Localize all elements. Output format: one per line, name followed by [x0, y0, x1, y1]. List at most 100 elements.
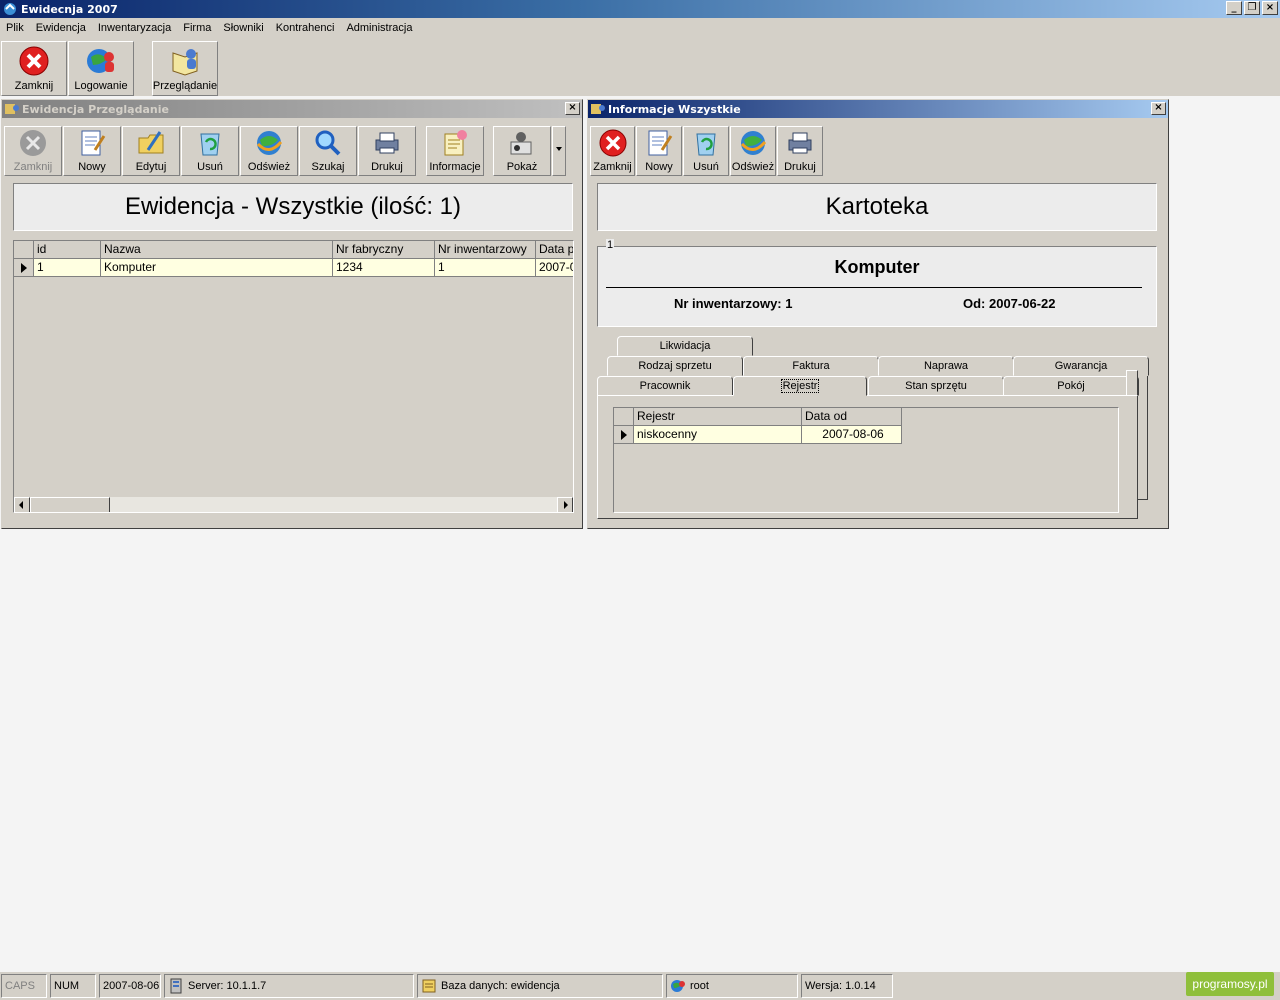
col-header-date[interactable]: Data p	[536, 241, 573, 259]
left-new-button[interactable]: Nowy	[63, 126, 121, 176]
cell-data-od[interactable]: 2007-08-06	[802, 426, 902, 444]
left-grid: id Nazwa Nr fabryczny Nr inwentarzowy Da…	[13, 240, 574, 513]
login-label: Logowanie	[74, 80, 128, 92]
right-refresh-button[interactable]: Odśwież	[730, 126, 776, 176]
col-header-name[interactable]: Nazwa	[101, 241, 333, 259]
right-header: Kartoteka	[597, 183, 1157, 231]
status-caps: CAPS	[1, 974, 47, 998]
right-window: Informacje Wszystkie × Zamknij Nowy Usuń…	[587, 99, 1169, 529]
status-bar: CAPS NUM 2007-08-06 Server: 10.1.1.7 Baz…	[0, 972, 1280, 1000]
col-header-rejestr[interactable]: Rejestr	[634, 408, 802, 426]
search-icon	[315, 130, 341, 156]
tab-rodzaj-sprzetu[interactable]: Rodzaj sprzetu	[607, 356, 743, 376]
status-date: 2007-08-06	[99, 974, 161, 998]
right-print-button[interactable]: Drukuj	[777, 126, 823, 176]
tab-faktura[interactable]: Faktura	[743, 356, 879, 376]
col-header-inventory[interactable]: Nr inwentarzowy	[435, 241, 536, 259]
cell-date[interactable]: 2007-0	[536, 259, 573, 277]
status-num: NUM	[50, 974, 96, 998]
scroll-left-button[interactable]	[14, 497, 30, 512]
status-server-text: Server: 10.1.1.7	[188, 980, 267, 992]
left-new-label: Nowy	[78, 161, 106, 173]
scroll-right-button[interactable]	[557, 497, 573, 512]
login-button[interactable]: Logowanie	[68, 41, 134, 96]
cell-rejestr[interactable]: niskocenny	[634, 426, 802, 444]
menu-kontrahenci[interactable]: Kontrahenci	[270, 22, 341, 34]
tab-likwidacja[interactable]: Likwidacja	[617, 336, 753, 356]
right-delete-button[interactable]: Usuń	[683, 126, 729, 176]
cell-inventory[interactable]: 1	[435, 259, 536, 277]
col-header-serial[interactable]: Nr fabryczny	[333, 241, 435, 259]
table-row[interactable]: niskocenny 2007-08-06	[614, 426, 902, 444]
left-search-label: Szukaj	[311, 161, 345, 173]
tab-stan-sprzetu[interactable]: Stan sprzętu	[868, 376, 1004, 396]
menu-ewidencja[interactable]: Ewidencja	[30, 22, 92, 34]
col-header-data-od[interactable]: Data od	[802, 408, 902, 426]
row-indicator-header	[14, 241, 34, 259]
left-print-button[interactable]: Drukuj	[358, 126, 416, 176]
col-header-id[interactable]: id	[34, 241, 101, 259]
right-window-title: Informacje Wszystkie	[608, 102, 741, 116]
browse-button[interactable]: Przeglądanie	[152, 41, 218, 96]
menu-firma[interactable]: Firma	[177, 22, 217, 34]
rejestr-grid-header: Rejestr Data od	[614, 408, 902, 426]
restore-button[interactable]: ❐	[1244, 1, 1260, 15]
status-database-text: Baza danych: ewidencja	[441, 980, 560, 992]
left-info-button[interactable]: Informacje	[426, 126, 484, 176]
left-toolbar: Zamknij Nowy Edytuj Usuń Odśwież Szukaj …	[2, 120, 582, 176]
right-delete-label: Usuń	[693, 161, 719, 173]
tab-pracownik[interactable]: Pracownik	[597, 376, 733, 396]
left-close-label: Zamknij	[13, 161, 53, 173]
menu-plik[interactable]: Plik	[0, 22, 30, 34]
window-icon	[591, 104, 605, 114]
close-app-button[interactable]: ×	[1262, 1, 1278, 15]
cell-serial[interactable]: 1234	[333, 259, 435, 277]
right-window-close-button[interactable]: ×	[1151, 102, 1166, 115]
right-new-button[interactable]: Nowy	[636, 126, 682, 176]
left-grid-header: id Nazwa Nr fabryczny Nr inwentarzowy Da…	[14, 241, 573, 259]
app-title-bar: Ewidecnja 2007 _ ❐ ×	[0, 0, 1280, 18]
row-indicator	[614, 426, 634, 444]
server-icon	[170, 978, 182, 994]
right-toolbar: Zamknij Nowy Usuń Odśwież Drukuj	[588, 120, 1168, 176]
tab-rejestr[interactable]: Rejestr	[733, 376, 867, 396]
left-search-button[interactable]: Szukaj	[299, 126, 357, 176]
left-show-dropdown[interactable]	[552, 126, 566, 176]
tab-naprawa[interactable]: Naprawa	[878, 356, 1014, 376]
scroll-thumb[interactable]	[30, 497, 110, 512]
left-window-title-bar: Ewidencja Przeglądanie ×	[2, 100, 582, 118]
left-header-text: Ewidencja - Wszystkie (ilość: 1)	[124, 193, 462, 220]
menu-slowniki[interactable]: Słowniki	[217, 22, 269, 34]
main-toolbar: Zamknij Logowanie Przeglądanie	[0, 38, 1280, 96]
recycle-bin-icon	[696, 133, 716, 156]
menu-inwentaryzacja[interactable]: Inwentaryzacja	[92, 22, 177, 34]
left-delete-button[interactable]: Usuń	[181, 126, 239, 176]
left-print-label: Drukuj	[371, 161, 403, 173]
brand-watermark: programosy.pl	[1186, 972, 1274, 996]
left-window-title: Ewidencja Przeglądanie	[22, 102, 169, 116]
left-edit-label: Edytuj	[135, 161, 167, 173]
cell-id[interactable]: 1	[34, 259, 101, 277]
left-refresh-button[interactable]: Odśwież	[240, 126, 298, 176]
tab-page-rejestr: Rejestr Data od niskocenny 2007-08-06	[597, 395, 1138, 519]
item-name: Komputer	[834, 257, 920, 277]
left-grid-scrollbar[interactable]	[14, 496, 573, 512]
left-edit-button[interactable]: Edytuj	[122, 126, 180, 176]
minimize-button[interactable]: _	[1226, 1, 1242, 15]
cell-name[interactable]: Komputer	[101, 259, 333, 277]
window-icon	[5, 104, 19, 114]
left-refresh-label: Odśwież	[247, 161, 291, 173]
main-close-button[interactable]: Zamknij	[1, 41, 67, 96]
recycle-bin-icon	[200, 133, 220, 156]
menu-administracja[interactable]: Administracja	[340, 22, 418, 34]
app-title: Ewidecnja 2007	[21, 2, 118, 16]
globe-user-icon	[87, 49, 114, 73]
printer-icon	[788, 132, 812, 154]
left-show-button[interactable]: Pokaż	[493, 126, 551, 176]
left-close-button[interactable]: Zamknij	[4, 126, 62, 176]
inventory-number: Nr inwentarzowy: 1	[674, 296, 793, 311]
table-row[interactable]: 1 Komputer 1234 1 2007-0	[14, 259, 573, 277]
right-close-button[interactable]: Zamknij	[590, 126, 635, 176]
tab-pokoj[interactable]: Pokój	[1003, 376, 1139, 396]
left-window-close-button[interactable]: ×	[565, 102, 580, 115]
